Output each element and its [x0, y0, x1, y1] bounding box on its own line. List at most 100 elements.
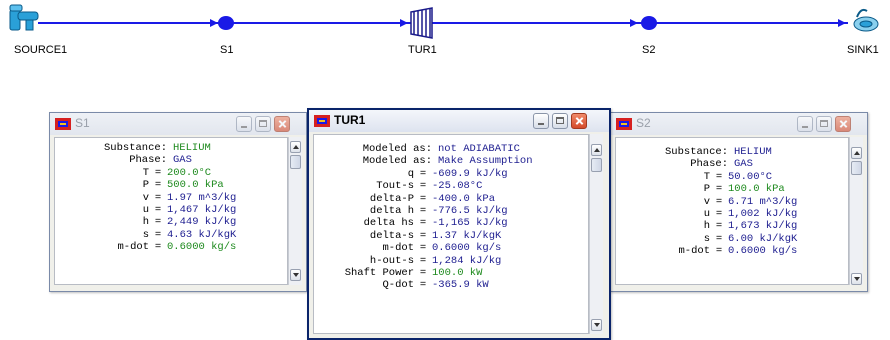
scroll-down-button[interactable] [290, 269, 301, 281]
property-name: delta hs [363, 217, 414, 230]
property-name: h-out-s [369, 254, 414, 267]
property-value[interactable]: Make Assumption [438, 155, 533, 167]
property-name: Q-dot [382, 279, 414, 292]
property-row: m-dot = 0.6000 kg/s [616, 245, 848, 257]
property-value[interactable]: 100.0 kPa [728, 183, 785, 195]
property-row: v = 1.97 m^3/kg [55, 192, 287, 204]
scroll-down-button[interactable] [851, 273, 862, 285]
window-s1-scrollbar[interactable] [288, 137, 302, 285]
property-value[interactable]: GAS [734, 158, 753, 170]
property-row: Q-dot = -365.9 kW [314, 279, 588, 291]
window-s1[interactable]: S1 Substance: HELIUM Phase: GAS T = 200.0°C P… [49, 112, 307, 292]
property-name: Substance: [664, 146, 728, 158]
close-button[interactable] [274, 116, 290, 132]
scroll-up-button[interactable] [851, 147, 862, 159]
state-point-s2-icon[interactable] [641, 16, 657, 30]
window-tur1-titlebar[interactable]: TUR1 [309, 110, 609, 132]
property-value[interactable]: -1,165 kJ/kg [432, 217, 508, 229]
property-value[interactable]: 200.0°C [167, 167, 211, 179]
window-s2-scrollbar[interactable] [849, 137, 863, 285]
window-s2[interactable]: S2 Substance: HELIUM Phase: GAS T = 50.00°C P… [610, 112, 868, 292]
scroll-thumb[interactable] [290, 155, 301, 169]
scroll-thumb[interactable] [591, 158, 602, 172]
turbine-window-icon [314, 115, 330, 127]
node-label-sink1: SINK1 [847, 44, 879, 56]
property-name: m-dot [678, 245, 710, 258]
arrow-to-s2-icon [630, 19, 638, 27]
scroll-thumb[interactable] [851, 161, 862, 175]
maximize-button[interactable] [552, 113, 568, 129]
property-row: h = 2,449 kJ/kg [55, 216, 287, 228]
property-value[interactable]: 6.00 kJ/kgK [728, 233, 797, 245]
property-name: delta-P [369, 192, 414, 205]
property-value[interactable]: 2,449 kJ/kg [167, 216, 236, 228]
minimize-button[interactable] [533, 113, 549, 129]
property-value[interactable]: -365.9 kW [432, 279, 489, 291]
property-value[interactable]: 50.00°C [728, 171, 772, 183]
faucet-icon[interactable] [9, 4, 39, 31]
property-row: Shaft Power = 100.0 kW [314, 267, 588, 279]
property-value[interactable]: 0.6000 kg/s [432, 242, 501, 254]
equals-sign: = [715, 232, 723, 245]
property-value[interactable]: 4.63 kJ/kgK [167, 229, 236, 241]
property-value[interactable]: 1,673 kJ/kg [728, 220, 797, 232]
property-value[interactable]: 1,002 kJ/kg [728, 208, 797, 220]
property-value[interactable]: 100.0 kW [432, 267, 482, 279]
property-row: delta h = -776.5 kJ/kg [314, 205, 588, 217]
equals-sign: = [419, 204, 427, 217]
scroll-up-button[interactable] [290, 141, 301, 153]
window-s1-titlebar[interactable]: S1 [50, 113, 306, 135]
property-value[interactable]: 500.0 kPa [167, 179, 224, 191]
maximize-button[interactable] [816, 116, 832, 132]
window-tur1[interactable]: TUR1 Modeled as: not ADIABATIC Modeled as… [307, 108, 611, 340]
property-value[interactable]: -609.9 kJ/kg [432, 168, 508, 180]
equals-sign: = [715, 195, 723, 208]
scroll-up-button[interactable] [591, 144, 602, 156]
property-row: Substance: HELIUM [55, 142, 287, 154]
flow-diagram [9, 4, 879, 39]
minimize-button[interactable] [797, 116, 813, 132]
arrow-to-s1-icon [210, 19, 218, 27]
property-row: u = 1,467 kJ/kg [55, 204, 287, 216]
property-value[interactable]: 0.6000 kg/s [728, 245, 797, 257]
property-name: T [703, 170, 710, 183]
property-value[interactable]: HELIUM [734, 146, 772, 158]
property-value[interactable]: 1.97 m^3/kg [167, 192, 236, 204]
property-value[interactable]: 1,284 kJ/kg [432, 255, 501, 267]
turbine-icon[interactable] [410, 7, 433, 39]
property-row: q = -609.9 kJ/kg [314, 168, 588, 180]
node-label-source1: SOURCE1 [14, 44, 68, 56]
property-name: s [142, 228, 149, 241]
window-tur1-title: TUR1 [334, 113, 366, 127]
equals-sign: = [419, 266, 427, 279]
property-value[interactable]: -400.0 kPa [432, 193, 495, 205]
property-name: Phase: [129, 154, 167, 167]
arrow-to-tur1-icon [400, 19, 408, 27]
property-value[interactable]: GAS [173, 154, 192, 166]
property-value[interactable]: 0.6000 kg/s [167, 241, 236, 253]
equals-sign: = [154, 203, 162, 216]
equals-sign: = [419, 229, 427, 242]
state-point-s1-icon[interactable] [218, 16, 234, 30]
property-value[interactable]: 6.71 m^3/kg [728, 196, 797, 208]
maximize-button[interactable] [255, 116, 271, 132]
property-row: v = 6.71 m^3/kg [616, 196, 848, 208]
property-value[interactable]: HELIUM [173, 142, 211, 154]
close-button[interactable] [835, 116, 851, 132]
scroll-down-button[interactable] [591, 319, 602, 331]
minimize-button[interactable] [236, 116, 252, 132]
property-value[interactable]: -25.08°C [432, 180, 482, 192]
property-row: delta-P = -400.0 kPa [314, 193, 588, 205]
property-name: u [142, 203, 149, 216]
window-s2-titlebar[interactable]: S2 [611, 113, 867, 135]
property-value[interactable]: -776.5 kJ/kg [432, 205, 508, 217]
close-button[interactable] [571, 113, 587, 129]
window-tur1-scrollbar[interactable] [589, 134, 603, 334]
property-value[interactable]: not ADIABATIC [438, 143, 520, 155]
property-value[interactable]: 1.37 kJ/kgK [432, 230, 501, 242]
property-name: h [142, 216, 149, 229]
property-row: Modeled as: Make Assumption [314, 155, 588, 167]
property-row: s = 6.00 kJ/kgK [616, 233, 848, 245]
sink-icon[interactable] [853, 8, 879, 32]
property-value[interactable]: 1,467 kJ/kg [167, 204, 236, 216]
